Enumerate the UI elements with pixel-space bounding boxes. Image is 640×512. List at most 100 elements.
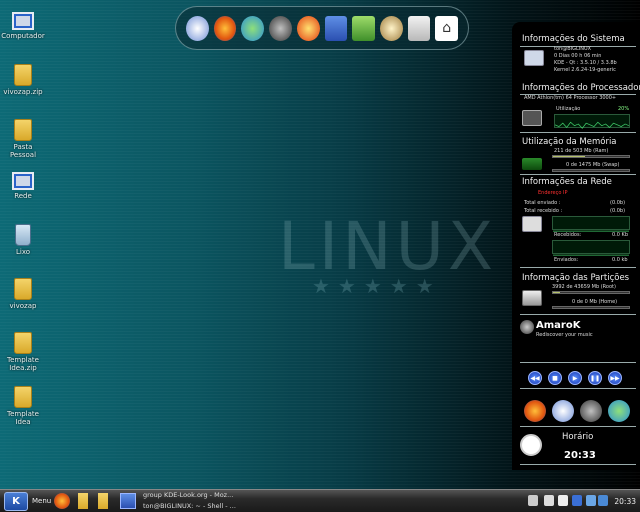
alarm-clock-icon [520, 434, 542, 456]
desktop-icon-template-idea-zip[interactable]: Template Idea.zip [0, 332, 46, 372]
system-monitor-panel: Informações do Sistema ton@BIGLINUX 0 Di… [512, 22, 640, 470]
menu-label[interactable]: Menu [32, 497, 51, 505]
zip-folder-icon [14, 64, 32, 86]
network-icon [12, 172, 34, 190]
root-usage-bar [552, 291, 630, 294]
ram-usage-bar [552, 155, 630, 158]
trash-icon [15, 224, 31, 246]
clock-time: 20:33 [564, 450, 596, 461]
next-track-button[interactable]: ▶▶ [608, 371, 622, 385]
network-rx-value: 0.0 Kb [612, 232, 628, 238]
network-card-icon [522, 216, 542, 232]
clipboard-tray-icon[interactable] [558, 495, 568, 506]
home-icon[interactable]: ⌂ [435, 15, 459, 41]
play-button[interactable]: ▶ [568, 371, 582, 385]
partition-home-text: 0 de 0 Mb (Home) [572, 299, 618, 305]
amarok-name: AmaroK [536, 320, 581, 331]
update-tray-icon[interactable] [586, 495, 596, 506]
divider [520, 267, 636, 268]
messenger-icon[interactable] [241, 15, 265, 41]
processor-info-title: Informações do Processador [522, 83, 640, 93]
tx-graph [552, 240, 630, 256]
amarok-icon[interactable] [269, 15, 292, 41]
cpu-usage-value: 20% [618, 106, 630, 112]
folder-icon [14, 278, 32, 300]
pause-button[interactable]: ❚❚ [588, 371, 602, 385]
network-tray-icon[interactable] [528, 495, 538, 506]
system-uptime: 0 Dias 00 h 06 min [554, 53, 602, 59]
fire-icon[interactable] [296, 15, 320, 41]
partition-root-text: 3992 de 43659 Mb (Root) [552, 284, 616, 290]
desktop-icon-home[interactable]: Pasta Pessoal [0, 119, 46, 159]
network-info-title: Informações da Rede [522, 177, 612, 187]
home-folder-launcher-icon[interactable] [78, 493, 88, 509]
monitor-icon [524, 50, 544, 66]
system-info-title: Informações do Sistema [522, 34, 625, 44]
amarok-tagline: Rediscover your music [536, 332, 593, 338]
desktop-launcher-icon[interactable] [120, 493, 136, 509]
connection-tray-icon[interactable] [598, 495, 608, 506]
folder-icon [14, 386, 32, 408]
divider [520, 174, 636, 175]
desktop-icon-label: vivozap [9, 302, 37, 310]
text-editor-icon[interactable] [324, 15, 348, 41]
desktop-icon-label: Pasta Pessoal [9, 143, 37, 159]
cpu-icon [522, 110, 542, 126]
memory-chip-icon [522, 158, 542, 170]
taskbar-task-browser[interactable]: group KDE-Look.org - Moz... [143, 491, 263, 501]
kde-icon[interactable] [186, 15, 209, 41]
network-received-value: (0.0b) [610, 208, 626, 214]
spreadsheet-icon[interactable] [352, 15, 375, 41]
firefox-icon[interactable] [524, 400, 546, 422]
memory-info-title: Utilização da Memória [522, 137, 617, 147]
network-received-label: Total recebido : [524, 208, 563, 214]
partitions-info-title: Informação das Partições [522, 273, 630, 283]
firefox-icon[interactable] [213, 15, 237, 41]
previous-track-button[interactable]: ◀◀ [528, 371, 542, 385]
amarok-icon[interactable] [580, 400, 602, 422]
desktop-icon-label: Template Idea.zip [7, 356, 39, 372]
desktop-icon-vivozap[interactable]: vivozap [0, 278, 46, 310]
divider [520, 388, 636, 389]
zip-folder-icon [14, 332, 32, 354]
divider [520, 132, 636, 133]
divider [520, 314, 636, 315]
home-usage-bar [552, 306, 630, 309]
volume-tray-icon[interactable] [544, 495, 554, 506]
divider [520, 362, 636, 363]
processor-model: AMD Athlon(tm) 64 Processor 3000+ [524, 95, 617, 101]
network-rx-label: Recebidos: [554, 232, 582, 238]
kde-menu-button[interactable]: K [4, 492, 28, 511]
messenger-icon[interactable] [608, 400, 630, 422]
app-dock: ⌂ [175, 6, 469, 50]
hard-disk-icon [522, 290, 542, 306]
desktop-icon-trash[interactable]: Lixo [0, 224, 46, 256]
memory-ram-text: 211 de 503 Mb (Ram) [554, 148, 609, 154]
system-kde-version: KDE - Qt : 3.5.10 / 3.3.8b [554, 60, 617, 66]
cpu-graph [554, 114, 630, 129]
swap-usage-bar [552, 169, 630, 172]
taskbar: K Menu group KDE-Look.org - Moz... ton@B… [0, 489, 640, 512]
network-sent-label: Total enviado : [524, 200, 561, 206]
folder-launcher-icon[interactable] [98, 493, 108, 509]
desktop-icon-template-idea[interactable]: Template Idea [0, 386, 46, 426]
firefox-launcher-icon[interactable] [54, 493, 70, 509]
desktop-icon-computer[interactable]: Computador [0, 12, 46, 40]
system-kernel: Kernel 2.6.24-19-generic [554, 67, 616, 73]
system-user: ton@BIGLINUX [554, 46, 592, 52]
memory-swap-text: 0 de 1475 Mb (Swap) [566, 162, 620, 168]
kde-icon[interactable] [552, 400, 574, 422]
desktop-icon-vivozap-zip[interactable]: vivozap.zip [0, 64, 46, 96]
drive-icon[interactable] [407, 15, 431, 41]
taskbar-clock[interactable]: 20:33 [614, 497, 636, 506]
computer-icon [12, 12, 34, 30]
network-tx-value: 0.0 kb [612, 257, 628, 263]
stop-button[interactable]: ■ [548, 371, 562, 385]
network-sent-value: (0.0b) [610, 200, 626, 206]
desktop-icon-network[interactable]: Rede [0, 172, 46, 200]
divider [520, 464, 636, 465]
desktop-icon-label: Computador [1, 32, 45, 40]
display-tray-icon[interactable] [572, 495, 582, 506]
taskbar-task-shell[interactable]: ton@BIGLINUX: ~ - Shell - ... [143, 502, 263, 512]
gimp-icon[interactable] [379, 15, 403, 41]
